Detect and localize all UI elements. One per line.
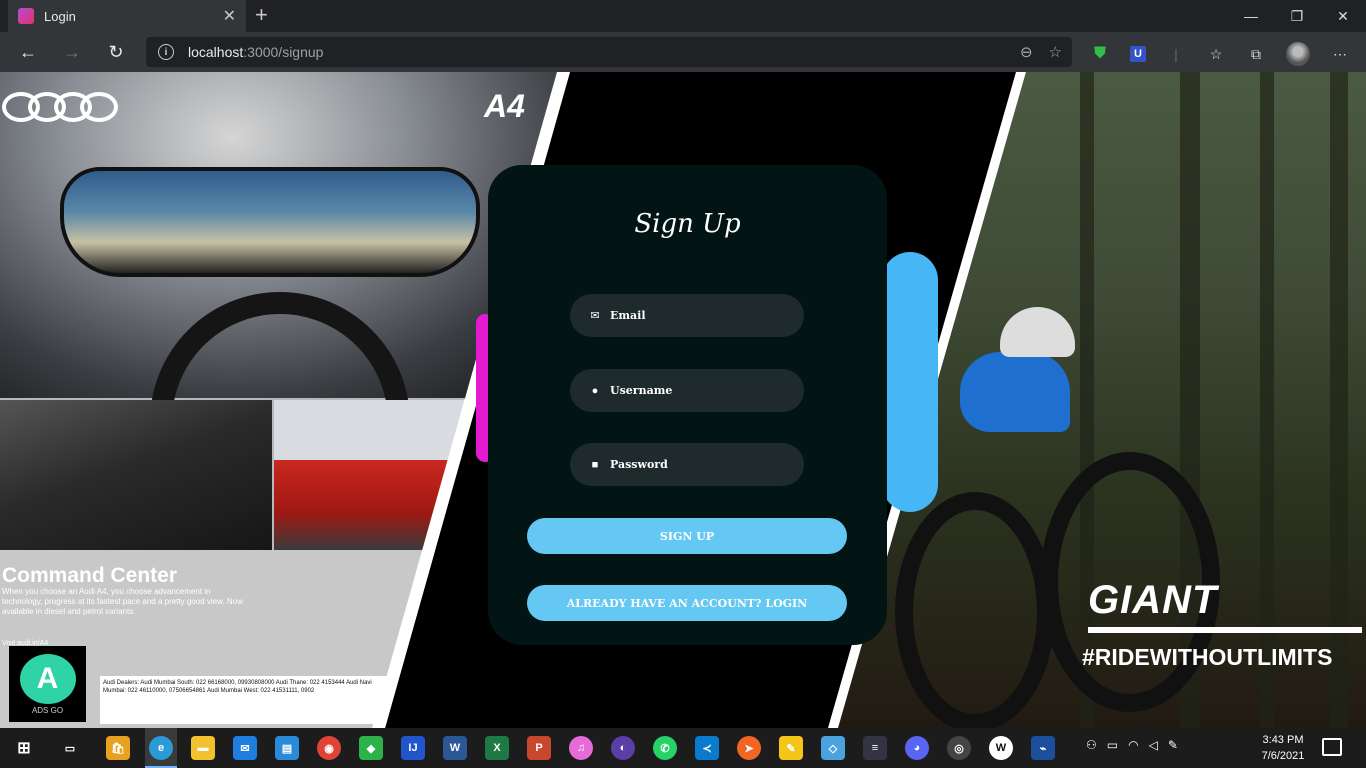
username-input[interactable] [610,384,790,397]
browser-tab[interactable]: Login ✕ [8,0,246,32]
collections-icon[interactable]: ⧉ [1246,44,1266,64]
audi-logo [2,92,118,122]
signup-button[interactable]: SIGN UP [527,518,847,554]
windows-taskbar: ⊞ ▭ 🛍 e ▬ ✉ ▤ ◉ ◆ IJ W X P ♫ ◐ ✆ ≺ ➤ ✎ ◇… [0,728,1366,768]
file-explorer-icon[interactable]: ▬ [191,736,215,760]
notes-icon[interactable]: ✎ [779,736,803,760]
forward-icon[interactable]: → [60,40,84,64]
tab-title: Login [44,8,76,24]
new-tab-icon[interactable]: + [255,4,268,26]
mail-icon[interactable]: ✉ [233,736,257,760]
postman-icon[interactable]: ➤ [737,736,761,760]
ad-description: When you choose an Audi A4, you choose a… [2,587,243,616]
store-icon[interactable]: 🛍 [106,736,130,760]
envelope-icon: ✉ [590,310,600,322]
username-field[interactable]: ● [570,369,804,412]
whatsapp-icon[interactable]: ✆ [653,736,677,760]
audi-interior-image [0,400,272,550]
giant-tagline: #RIDEWITHOUTLIMITS [1082,644,1333,670]
rider-jersey [960,352,1070,432]
blue-paint-splash [882,252,938,512]
tab-close-icon[interactable]: ✕ [223,6,236,26]
tab-favicon-icon [18,8,34,24]
url-path: :3000/signup [243,44,324,60]
vscode-icon[interactable]: ≺ [695,736,719,760]
task-view-icon[interactable]: ▭ [58,736,82,760]
ads-go-badge: A ADS GO [9,646,86,722]
terminal-icon[interactable]: ≡ [863,736,887,760]
ads-go-text: ADS GO [31,705,64,715]
news-icon[interactable]: ▤ [275,736,299,760]
signup-card: Sign Up ✉ ● ■ SIGN UP ALREADY HAVE AN AC… [488,165,887,645]
shield-extension-icon[interactable]: ⛊ [1090,44,1110,64]
go-to-login-button[interactable]: ALREADY HAVE AN ACCOUNT? LOGIN [527,585,847,621]
system-tray: ⚇ ▭ ◠ ◁ ✎ [1086,738,1178,752]
word-icon[interactable]: W [443,736,467,760]
audi-model-label: A4 [484,88,525,124]
browser-tab-bar: Login ✕ + — ❐ ✕ [0,0,1366,32]
password-input[interactable] [610,458,790,471]
browser-toolbar: ← → ↻ i localhost:3000/signup ⊖ ☆ ⛊ U | … [0,32,1366,72]
excel-icon[interactable]: X [485,736,509,760]
discord-icon[interactable]: ◕ [905,736,929,760]
lock-icon: ■ [591,458,599,471]
browser-w-icon[interactable]: W [989,736,1013,760]
obs-icon[interactable]: ◎ [947,736,971,760]
profile-avatar[interactable] [1286,42,1310,66]
clock-time: 3:43 PM [1262,734,1304,746]
ad-fineprint: Audi Dealers: Audi Mumbai South: 022 661… [100,676,390,724]
address-bar[interactable]: i localhost:3000/signup ⊖ ☆ [146,37,1072,67]
favorite-star-icon[interactable]: ☆ [1049,43,1062,61]
url-host: localhost [188,44,244,60]
giant-underline [1088,627,1362,633]
page-content: A4 Command Center When you choose an Aud… [0,72,1366,728]
more-menu-icon[interactable]: ⋯ [1330,44,1350,64]
volume-icon[interactable]: ◁ [1149,738,1158,752]
ads-go-logo: A [19,653,76,704]
bike-front-wheel [895,492,1055,728]
close-window-button[interactable]: ✕ [1320,0,1366,32]
maps-icon[interactable]: ◆ [359,736,383,760]
edge-icon[interactable]: e [149,736,173,760]
u-extension-icon[interactable]: U [1130,46,1146,62]
powerpoint-icon[interactable]: P [527,736,551,760]
rider-helmet [1000,307,1075,357]
restore-button[interactable]: ❐ [1274,0,1320,32]
ide-icon[interactable]: IJ [401,736,425,760]
signup-title: Sign Up [634,209,741,239]
favorites-icon[interactable]: ☆ [1206,44,1226,64]
eclipse-icon[interactable]: ◐ [611,736,635,760]
virtualbox-icon[interactable]: ◇ [821,736,845,760]
pen-icon[interactable]: ✎ [1168,738,1178,752]
battery-icon[interactable]: ▭ [1107,738,1118,752]
music-icon[interactable]: ♫ [569,736,593,760]
back-icon[interactable]: ← [16,40,40,64]
chrome-icon[interactable]: ◉ [317,736,341,760]
toolbar-divider: | [1174,46,1178,62]
user-icon: ● [591,384,599,397]
ad-headline: Command Center [2,564,178,587]
notification-icon[interactable] [1322,738,1342,756]
zoom-out-icon[interactable]: ⊖ [1020,43,1033,61]
minimize-button[interactable]: — [1228,0,1274,32]
taskbar-clock[interactable]: 3:43 PM 7/6/2021 [1255,732,1311,764]
clock-date: 7/6/2021 [1261,750,1305,762]
password-field[interactable]: ■ [570,443,804,486]
reload-icon[interactable]: ↻ [104,40,128,64]
people-icon[interactable]: ⚇ [1086,738,1097,752]
windows-start-icon[interactable]: ⊞ [12,736,36,760]
email-field[interactable]: ✉ [570,294,804,337]
email-input[interactable] [610,309,790,322]
giant-logo: GIANT [1088,578,1218,622]
site-info-icon[interactable]: i [158,44,174,60]
wireshark-icon[interactable]: ⌁ [1031,736,1055,760]
wifi-icon[interactable]: ◠ [1128,738,1138,752]
instrument-cluster [60,167,480,277]
